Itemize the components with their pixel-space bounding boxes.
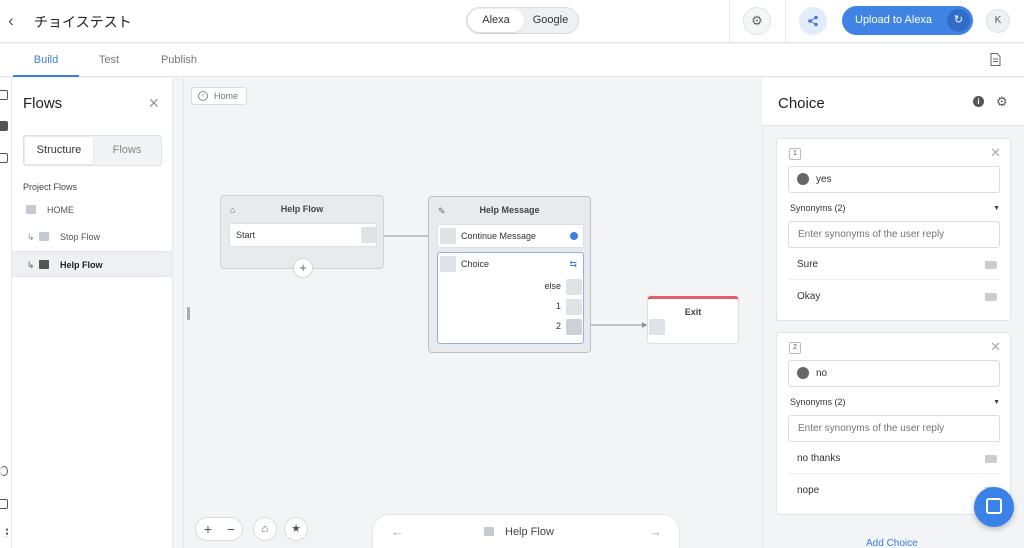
choice-value-field[interactable]: yes xyxy=(788,166,1000,193)
shuffle-icon: ⇆ xyxy=(569,259,577,269)
path-2-label: 2 xyxy=(555,321,561,331)
choice-value: yes xyxy=(816,174,832,185)
chat-support-icon[interactable] xyxy=(974,487,1014,527)
user-icon xyxy=(797,173,809,185)
continue-message-row[interactable]: Continue Message xyxy=(437,224,584,248)
zoom-controls: + − xyxy=(195,517,243,541)
synonym-item: Okay xyxy=(788,281,1000,312)
synonym-text: Okay xyxy=(797,291,821,302)
node-title: Help Flow xyxy=(280,204,324,214)
flow-navigator: ← Help Flow → xyxy=(372,514,680,548)
continue-message-label: Continue Message xyxy=(461,231,537,241)
synonyms-label: Synonyms (2) xyxy=(790,203,846,213)
info-icon[interactable]: i xyxy=(973,96,984,107)
choice-index-badge: 1 xyxy=(789,148,801,160)
node-title: Exit xyxy=(684,307,702,317)
path-else-port[interactable] xyxy=(566,279,582,295)
user-icon xyxy=(797,367,809,379)
synonym-text: no thanks xyxy=(797,453,841,464)
path-else-label: else xyxy=(544,281,561,291)
choice-card: 2 ✕ no Synonyms (2) ▼ no thanks nope xyxy=(776,332,1011,515)
current-flow-label: Help Flow xyxy=(505,526,554,538)
caret-down-icon[interactable]: ▼ xyxy=(993,205,1000,212)
caret-down-icon[interactable]: ▼ xyxy=(993,399,1000,406)
choice-card: 1 ✕ yes Synonyms (2) ▼ Sure Okay xyxy=(776,138,1011,321)
close-icon[interactable]: ✕ xyxy=(990,339,1001,355)
add-step-button[interactable]: + xyxy=(293,258,313,278)
choice-value: no xyxy=(816,368,828,379)
input-port[interactable] xyxy=(440,256,456,272)
synonyms-label: Synonyms (2) xyxy=(790,397,846,407)
synonym-item: no thanks xyxy=(788,443,1000,474)
synonym-item: Sure xyxy=(788,249,1000,280)
speech-bubble-icon xyxy=(570,232,578,240)
delete-icon[interactable] xyxy=(985,261,997,269)
add-choice-link[interactable]: Add Choice xyxy=(866,538,918,548)
delete-icon[interactable] xyxy=(985,293,997,301)
choice-index-badge: 2 xyxy=(789,342,801,354)
synonym-text: Sure xyxy=(797,259,819,270)
input-port[interactable] xyxy=(440,228,456,244)
close-icon[interactable]: ✕ xyxy=(990,145,1001,161)
arrow-left-icon[interactable]: ← xyxy=(391,524,404,539)
synonym-text: nope xyxy=(797,485,820,496)
delete-icon[interactable] xyxy=(985,455,997,463)
inspector-header: Choice i ⚙ xyxy=(762,78,1024,126)
exit-node[interactable]: Exit xyxy=(647,296,739,344)
home-view-icon[interactable]: ⌂ xyxy=(253,517,277,541)
path-1-label: 1 xyxy=(555,301,561,311)
node-title: Help Message xyxy=(479,205,540,215)
arrow-right-icon[interactable]: → xyxy=(649,524,662,539)
help-message-node[interactable]: ✎ Help Message Continue Message Choice ⇆… xyxy=(428,196,591,353)
output-port[interactable] xyxy=(361,227,377,243)
input-port[interactable] xyxy=(649,319,665,335)
choice-step[interactable]: Choice ⇆ else 1 2 xyxy=(437,252,584,344)
star-icon[interactable]: ★ xyxy=(284,517,308,541)
choice-label: Choice xyxy=(461,259,490,269)
inspector-title: Choice xyxy=(778,95,825,112)
flow-icon xyxy=(484,527,494,536)
path-1-port[interactable] xyxy=(566,299,582,315)
synonym-input[interactable] xyxy=(788,415,1000,442)
start-row[interactable]: Start xyxy=(229,223,377,247)
gear-icon[interactable]: ⚙ xyxy=(996,94,1008,110)
zoom-out-icon[interactable]: − xyxy=(221,520,241,538)
zoom-in-icon[interactable]: + xyxy=(198,520,218,538)
synonym-item: nope xyxy=(788,475,1000,506)
synonym-input[interactable] xyxy=(788,221,1000,248)
start-label: Start xyxy=(236,230,256,240)
path-2-port[interactable] xyxy=(566,319,582,335)
choice-value-field[interactable]: no xyxy=(788,360,1000,387)
